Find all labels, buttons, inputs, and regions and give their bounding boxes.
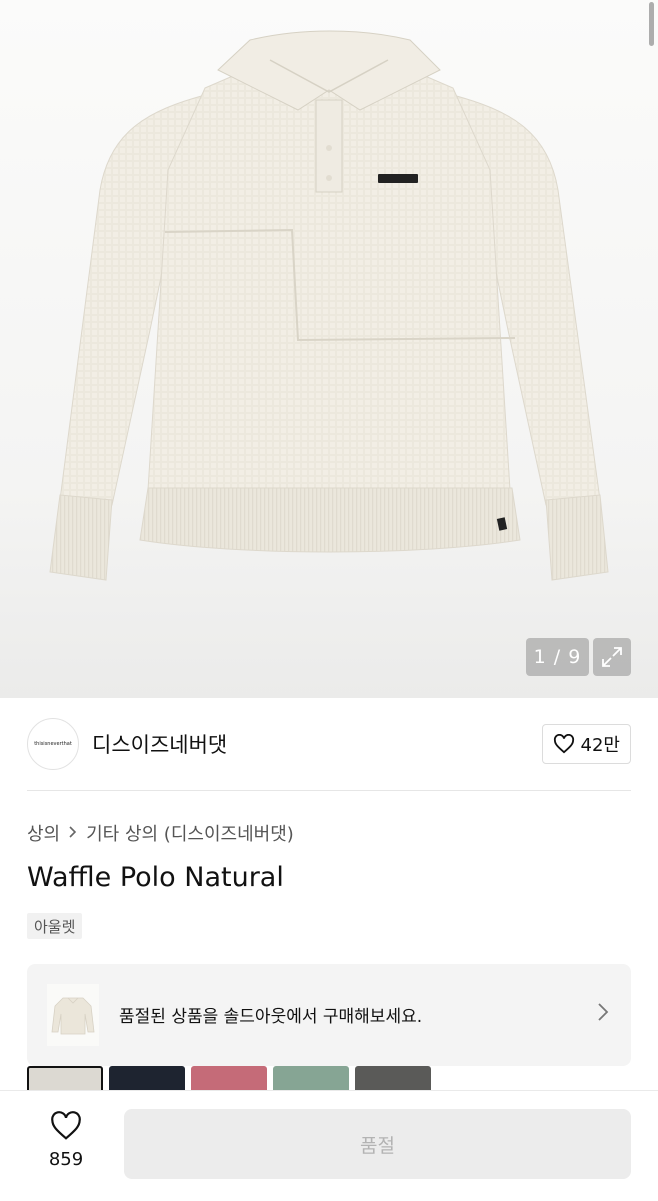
heart-outline-icon bbox=[51, 1111, 81, 1140]
scroll-indicator bbox=[649, 2, 654, 46]
brand-like-count: 42만 bbox=[580, 735, 620, 756]
expand-icon bbox=[602, 647, 622, 667]
color-swatch[interactable] bbox=[27, 1066, 103, 1090]
color-swatches bbox=[27, 1066, 631, 1090]
wishlist-button[interactable]: 859 bbox=[38, 1111, 94, 1170]
expand-button[interactable] bbox=[593, 638, 631, 676]
color-swatch[interactable] bbox=[109, 1066, 185, 1090]
divider bbox=[27, 790, 631, 791]
soldout-button[interactable]: 품절 bbox=[124, 1109, 631, 1179]
soldout-banner-text: 품절된 상품을 솔드아웃에서 구매해보세요. bbox=[119, 1007, 423, 1027]
color-swatch[interactable] bbox=[191, 1066, 267, 1090]
bottom-action-bar: 859 품절 bbox=[0, 1090, 658, 1201]
soldout-banner[interactable]: 품절된 상품을 솔드아웃에서 구매해보세요. bbox=[27, 964, 631, 1066]
product-title: Waffle Polo Natural bbox=[27, 862, 284, 893]
breadcrumb-level1[interactable]: 상의 bbox=[27, 820, 60, 846]
brand-like-button[interactable]: 42만 bbox=[541, 724, 631, 764]
brand-logo-text: thisisneverthat bbox=[34, 741, 72, 747]
chevron-right-icon bbox=[68, 823, 78, 844]
banner-thumbnail bbox=[47, 984, 99, 1046]
brand-name[interactable]: 디스이즈네버댓 bbox=[92, 729, 227, 759]
breadcrumb-level2[interactable]: 기타 상의 (디스이즈네버댓) bbox=[86, 820, 294, 846]
color-swatch[interactable] bbox=[273, 1066, 349, 1090]
product-image-gallery[interactable]: 1 / 9 bbox=[0, 0, 658, 698]
heart-outline-icon bbox=[553, 734, 574, 754]
image-counter: 1 / 9 bbox=[526, 638, 589, 676]
brand-logo[interactable]: thisisneverthat bbox=[27, 718, 79, 770]
color-swatch[interactable] bbox=[355, 1066, 431, 1090]
outlet-tag: 아울렛 bbox=[27, 913, 83, 939]
wishlist-count: 859 bbox=[48, 1149, 84, 1170]
breadcrumb: 상의 기타 상의 (디스이즈네버댓) bbox=[27, 820, 294, 846]
chevron-right-icon bbox=[598, 1003, 609, 1021]
product-image bbox=[49, 30, 609, 581]
brand-row: thisisneverthat 디스이즈네버댓 42만 bbox=[0, 698, 658, 790]
